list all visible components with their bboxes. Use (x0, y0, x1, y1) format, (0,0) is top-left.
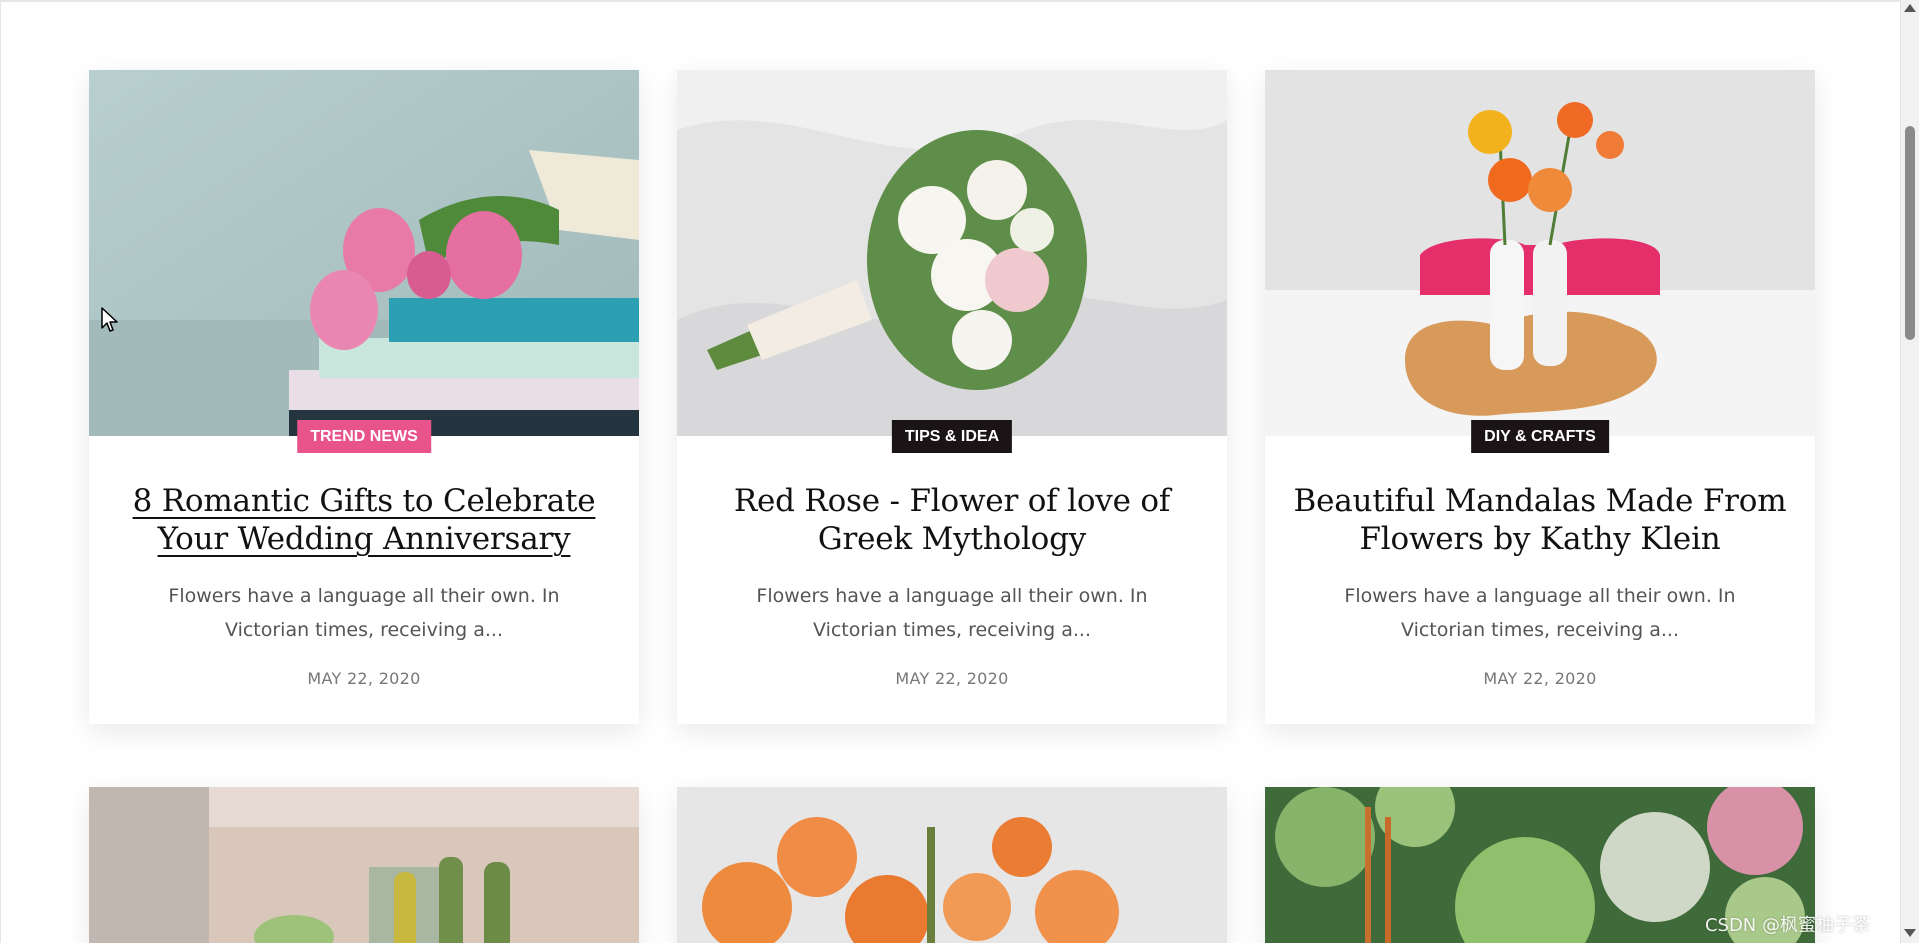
post-image-orange-roses[interactable] (677, 787, 1227, 943)
post-image-cactus[interactable] (89, 787, 639, 943)
post-image-orange-flowers[interactable] (1265, 70, 1815, 436)
post-excerpt: Flowers have a language all their own. I… (756, 585, 1148, 641)
mouse-cursor-icon (101, 307, 119, 337)
post-card[interactable] (677, 787, 1227, 943)
post-image-pink-tulips[interactable] (89, 70, 639, 436)
blog-grid-viewport: TREND NEWS 8 Romantic Gifts to Celebrate… (0, 0, 1900, 943)
post-title-link[interactable]: Beautiful Mandalas Made From Flowers by … (1285, 482, 1795, 558)
post-excerpt: Flowers have a language all their own. I… (168, 585, 560, 641)
post-image-bridal-bouquet[interactable] (677, 70, 1227, 436)
category-badge[interactable]: TIPS & IDEA (891, 420, 1013, 453)
post-date: MAY 22, 2020 (895, 669, 1009, 688)
category-badge[interactable]: TREND NEWS (297, 420, 431, 453)
watermark: CSDN @枫蜜柚子茶 (1704, 915, 1870, 936)
scrollbar-thumb[interactable] (1905, 126, 1915, 340)
scroll-down-arrow-icon[interactable] (1904, 929, 1916, 937)
scroll-up-arrow-icon[interactable] (1904, 4, 1916, 12)
post-card[interactable]: DIY & CRAFTS Beautiful Mandalas Made Fro… (1265, 70, 1815, 724)
post-title-link[interactable]: 8 Romantic Gifts to Celebrate Your Weddi… (109, 482, 619, 558)
post-card[interactable]: TREND NEWS 8 Romantic Gifts to Celebrate… (89, 70, 639, 724)
post-excerpt: Flowers have a language all their own. I… (1344, 585, 1736, 641)
category-badge[interactable]: DIY & CRAFTS (1471, 420, 1609, 453)
post-card[interactable]: TIPS & IDEA Red Rose - Flower of love of… (677, 70, 1227, 724)
post-title-link[interactable]: Red Rose - Flower of love of Greek Mytho… (697, 482, 1207, 558)
post-card[interactable] (89, 787, 639, 943)
post-date: MAY 22, 2020 (307, 669, 421, 688)
vertical-scrollbar[interactable] (1900, 0, 1919, 943)
post-date: MAY 22, 2020 (1483, 669, 1597, 688)
